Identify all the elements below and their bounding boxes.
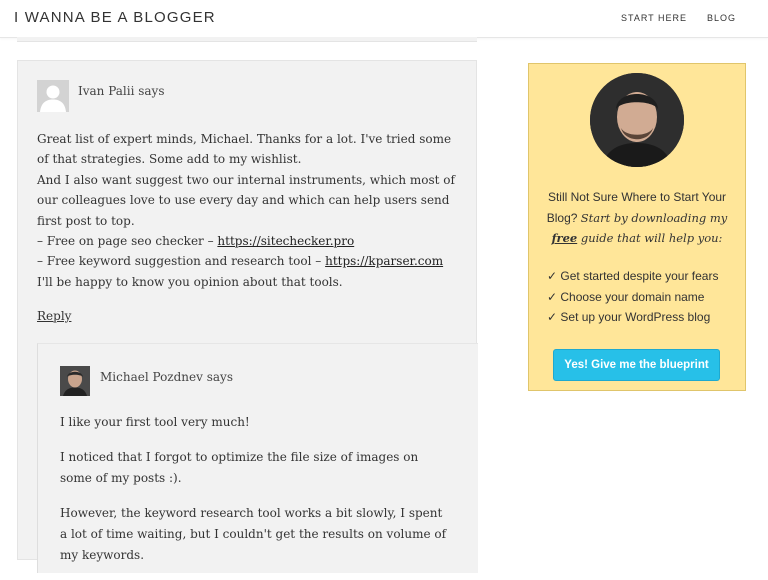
reply-paragraph: However, the keyword research tool works…	[60, 506, 447, 562]
author-avatar-icon	[60, 366, 90, 396]
comment-item: – Free on page seo checker – https://sit…	[37, 231, 457, 251]
nav-blog[interactable]: BLOG	[707, 13, 736, 23]
item-prefix: – Free on page seo checker –	[37, 234, 218, 249]
blueprint-button[interactable]: Yes! Give me the blueprint	[553, 349, 720, 381]
comment-author: Ivan Palii says	[78, 84, 165, 98]
site-header: I WANNA BE A BLOGGER START HERE BLOG	[0, 0, 768, 38]
site-title[interactable]: I WANNA BE A BLOGGER	[14, 9, 216, 26]
promo-italic-post: guide that will help you:	[577, 231, 723, 245]
promo-text: Still Not Sure Where to Start Your Blog?…	[537, 187, 737, 249]
promo-free: free	[551, 231, 578, 245]
comment-item: – Free keyword suggestion and research t…	[37, 251, 457, 271]
comment-line: I'll be happy to know you opinion about …	[37, 274, 343, 289]
list-item: ✓ Get started despite your fears	[547, 269, 719, 283]
previous-comment-edge	[17, 37, 477, 42]
comment-line: And I also want suggest two our internal…	[37, 172, 455, 228]
comment-body: Great list of expert minds, Michael. Tha…	[37, 129, 457, 292]
nav-start-here[interactable]: START HERE	[621, 13, 687, 23]
avatar	[60, 366, 90, 396]
item-prefix: – Free keyword suggestion and research t…	[37, 254, 326, 269]
optin-widget: Still Not Sure Where to Start Your Blog?…	[528, 63, 746, 391]
benefits-list: ✓ Get started despite your fears ✓ Choos…	[547, 266, 718, 328]
reply-paragraph: I like your first tool very much!	[60, 415, 250, 429]
reply-paragraph: I noticed that I forgot to optimize the …	[60, 450, 419, 485]
reply-link[interactable]: Reply	[37, 309, 71, 323]
list-item: ✓ Choose your domain name	[547, 289, 705, 304]
comment-line: Great list of expert minds, Michael. Tha…	[37, 132, 452, 167]
comment: Ivan Palii says Great list of expert min…	[17, 60, 478, 573]
reply-comment: Michael Pozdnev says I like your first t…	[37, 343, 478, 573]
avatar	[37, 80, 69, 112]
sitechecker-link[interactable]: https://sitechecker.pro	[217, 234, 354, 248]
list-item: ✓ Set up your WordPress blog	[547, 310, 711, 324]
kparser-link[interactable]: https://kparser.com	[325, 254, 443, 268]
author-photo	[590, 73, 684, 167]
author-portrait-icon	[590, 73, 684, 167]
default-avatar-icon	[37, 80, 69, 112]
promo-italic-pre: Start by downloading my	[580, 210, 728, 225]
promo-italic: Start by downloading my free guide that …	[552, 211, 728, 246]
comment-author: Michael Pozdnev says	[100, 370, 233, 384]
